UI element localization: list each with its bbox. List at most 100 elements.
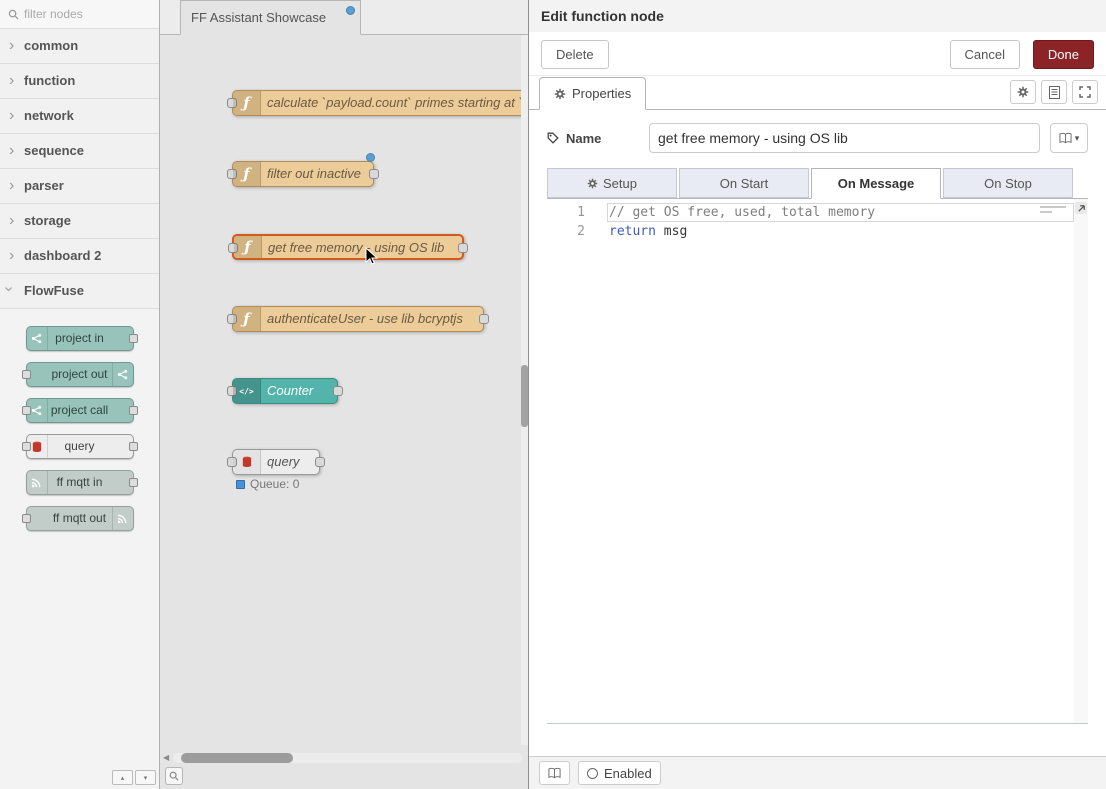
output-port[interactable] [129,442,138,451]
code-line: 2 return msg [547,222,1088,241]
editor-scrollbar[interactable] [1074,199,1088,723]
node-settings-button[interactable] [1010,80,1036,104]
horizontal-scrollbar[interactable] [173,753,522,763]
line-number: 1 [547,203,585,222]
function-icon: ƒ [233,307,261,331]
output-port[interactable] [129,334,138,343]
name-label-text: Name [566,131,601,146]
node-description-button[interactable] [1041,80,1067,104]
palette-category-label: common [24,38,78,53]
palette-collapse-all-button[interactable]: ▴ [112,770,133,785]
palette-footer-controls: ▴ ▾ [112,770,156,785]
enabled-toggle[interactable]: Enabled [578,761,661,785]
unsaved-changes-dot [346,6,355,15]
function-icon: ƒ [234,236,262,258]
palette-search-input[interactable] [24,0,152,28]
database-icon [233,450,261,474]
palette-category-label: storage [24,213,71,228]
canvas-navigator-button[interactable] [165,767,183,785]
function-icon: ƒ [233,91,261,115]
library-dropdown-button[interactable]: ▾ [1050,123,1088,153]
flow-node-query[interactable]: query [232,449,320,475]
tab-on-start[interactable]: On Start [679,168,809,198]
name-form-row: Name ▾ [547,122,1088,154]
palette-node-project-call[interactable]: project call [26,398,134,423]
expand-arrow-icon [1077,204,1086,213]
flow-node-counter[interactable]: </> Counter [232,378,338,404]
palette-flowfuse-nodes: project in project out project call quer… [0,309,159,550]
chevron-right-icon: › [9,29,14,63]
code-comment: // get OS free, used, total memory [585,203,875,222]
delete-button[interactable]: Delete [541,40,609,69]
output-port[interactable] [369,169,379,179]
mqtt-broadcast-icon [27,471,48,494]
palette-node-ff-mqtt-in[interactable]: ff mqtt in [26,470,134,495]
horizontal-scrollbar-thumb[interactable] [181,753,293,763]
output-port[interactable] [479,314,489,324]
scroll-left-arrow[interactable]: ◀ [163,753,169,762]
flow-node-authenticate-user[interactable]: ƒ authenticateUser - use lib bcryptjs [232,306,484,332]
done-button[interactable]: Done [1033,40,1094,69]
function-icon: ƒ [233,162,261,186]
palette-node-label: ff mqtt out [53,511,106,525]
palette-node-ff-mqtt-out[interactable]: ff mqtt out [26,506,134,531]
flow-node-calculate-primes[interactable]: ƒ calculate `payload.count` primes start… [232,90,528,116]
tab-setup-label: Setup [603,176,637,191]
output-port[interactable] [315,457,325,467]
project-share-icon [27,327,48,350]
node-label: query [267,450,315,474]
dialog-footer: Enabled [529,756,1106,789]
palette-node-project-in[interactable]: project in [26,326,134,351]
chevron-right-icon: › [9,64,14,98]
palette-node-label: project in [55,331,104,345]
status-dot-icon [236,480,245,489]
output-port[interactable] [458,243,468,253]
palette-sidebar: › common › function › network › sequence… [0,0,160,789]
chevron-right-icon: › [9,134,14,168]
name-label: Name [547,131,649,146]
project-share-icon [112,363,133,386]
name-input[interactable] [649,123,1040,153]
input-port[interactable] [22,514,31,523]
tab-properties[interactable]: Properties [539,77,646,110]
palette-category-dashboard2[interactable]: › dashboard 2 [0,239,159,274]
flow-node-filter-out-inactive[interactable]: ƒ filter out inactive [232,161,374,187]
expand-editor-button[interactable] [1075,202,1087,214]
dialog-toolbar: Delete Cancel Done [529,32,1106,76]
output-port[interactable] [129,406,138,415]
workspace-tab[interactable]: FF Assistant Showcase [180,0,361,35]
chevron-down-icon: › [0,286,26,291]
toggle-circle-icon [587,768,598,779]
flow-canvas[interactable]: FF Assistant Showcase ƒ calculate `paylo… [160,0,528,789]
palette-expand-all-button[interactable]: ▾ [135,770,156,785]
vertical-scrollbar-thumb[interactable] [521,365,528,427]
output-port[interactable] [333,386,343,396]
library-button[interactable] [539,761,570,785]
palette-category-storage[interactable]: › storage [0,204,159,239]
tab-setup[interactable]: Setup [547,168,677,198]
input-port[interactable] [22,370,31,379]
node-appearance-button[interactable] [1072,80,1098,104]
code-editor[interactable]: 1 // get OS free, used, total memory 2 r… [547,199,1088,724]
chevron-down-icon: ▾ [144,774,148,782]
chevron-up-icon: ▴ [121,774,125,782]
palette-node-project-out[interactable]: project out [26,362,134,387]
palette-node-query[interactable]: query [26,434,134,459]
tab-on-stop[interactable]: On Stop [943,168,1073,198]
cancel-button[interactable]: Cancel [950,40,1020,69]
gear-icon [554,88,566,100]
palette-node-label: project call [51,403,108,417]
enabled-label: Enabled [604,766,652,781]
palette-category-sequence[interactable]: › sequence [0,134,159,169]
palette-category-common[interactable]: › common [0,29,159,64]
palette-category-function[interactable]: › function [0,64,159,99]
palette-category-parser[interactable]: › parser [0,169,159,204]
chevron-right-icon: › [9,239,14,273]
palette-category-flowfuse[interactable]: › FlowFuse [0,274,159,309]
flow-node-get-free-memory[interactable]: ƒ get free memory - using OS lib [232,234,464,260]
vertical-scrollbar[interactable] [521,35,528,745]
palette-category-label: dashboard 2 [24,248,101,263]
tab-on-message[interactable]: On Message [811,168,941,199]
output-port[interactable] [129,478,138,487]
palette-category-network[interactable]: › network [0,99,159,134]
